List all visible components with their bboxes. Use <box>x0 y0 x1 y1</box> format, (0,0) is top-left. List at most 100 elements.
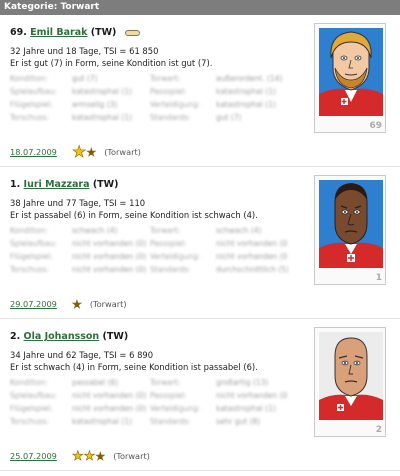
player-portrait <box>319 180 383 268</box>
skill-value: nicht vorhanden (0) <box>216 252 288 261</box>
card-number: 1 <box>375 273 382 283</box>
skill-label: Passspiel: <box>150 87 187 96</box>
skill-label: Spielaufbau: <box>10 87 57 96</box>
player-portrait-card[interactable]: 69 <box>314 23 386 133</box>
skill-label: Torschuss: <box>10 417 49 426</box>
category-header: Kategorie: Torwart <box>0 0 400 15</box>
player-name-link[interactable]: Ola Johansson <box>24 331 100 342</box>
skill-label: Flügelspiel: <box>10 404 53 413</box>
date-link[interactable]: 29.07.2009 <box>10 299 72 309</box>
half-star-icon: ★ <box>86 145 97 159</box>
skill-label: Standards: <box>150 113 191 122</box>
skill-value: katastrophal (1) <box>72 417 132 426</box>
skill-label: Standards: <box>150 417 191 426</box>
player-heading: 2. Ola Johansson (TW) <box>10 331 128 342</box>
form-text: Er ist schwach (4) in Form, seine Kondit… <box>10 362 258 372</box>
half-star-icon: ★ <box>72 297 82 311</box>
skill-value: durchschnittlich (5) <box>216 265 288 274</box>
star-icon: ★ <box>72 142 87 161</box>
player-footer: 25.07.2009 ★ ★ ★ (Torwart) <box>10 449 150 463</box>
player-rank: 69. <box>10 27 27 38</box>
skill-value: nicht vorhanden (0) <box>216 239 288 248</box>
position-label: (Torwart) <box>89 299 127 309</box>
skill-value: katastrophal (1) <box>216 87 276 96</box>
form-text: Er ist passabel (6) in Form, seine Kondi… <box>10 210 258 220</box>
skill-label: Flügelspiel: <box>10 252 53 261</box>
skill-label: Verteidigung: <box>150 404 201 413</box>
skill-label: Passspiel: <box>150 391 187 400</box>
position-code: (TW) <box>90 27 117 38</box>
star-icon: ★ <box>83 448 96 464</box>
position-code: (TW) <box>102 331 129 342</box>
skill-label: Standards: <box>150 265 191 274</box>
age-tsi-text: 38 Jahre und 77 Tage, TSI = 110 <box>10 198 146 208</box>
player-name-link[interactable]: Emil Barak <box>30 27 87 38</box>
skill-label: Kondition: <box>10 226 48 235</box>
skill-value: nicht vorhanden (0) <box>216 391 288 400</box>
skill-value: großartig (13) <box>216 378 269 387</box>
skill-value: außerordent. (14) <box>216 74 283 83</box>
skills-grid: Kondition: passabel (6) Torwart: großart… <box>10 378 288 427</box>
skills-grid: Kondition: gut (7) Torwart: außerordent.… <box>10 74 288 123</box>
star-rating: ★ ★ <box>72 142 97 161</box>
age-tsi-text: 32 Jahre und 18 Tage, TSI = 61 850 <box>10 46 159 56</box>
date-link[interactable]: 18.07.2009 <box>10 147 72 157</box>
player-footer: 18.07.2009 ★ ★ (Torwart) <box>10 142 141 161</box>
skill-value: gut (7) <box>216 113 242 122</box>
skill-value: passabel (6) <box>72 378 119 387</box>
player-rank: 1. <box>10 179 21 190</box>
star-icon: ★ <box>72 448 84 464</box>
skill-value: schwach (4) <box>216 226 262 235</box>
skill-label: Spielaufbau: <box>10 391 57 400</box>
skill-value: katastrophal (1) <box>72 87 132 96</box>
age-tsi-text: 34 Jahre und 62 Tage, TSI = 6 890 <box>10 350 154 360</box>
skill-value: armselig (3) <box>72 100 118 109</box>
skill-value: sehr gut (8) <box>216 417 261 426</box>
skill-value: gut (7) <box>72 74 98 83</box>
skill-label: Spielaufbau: <box>10 239 57 248</box>
skill-label: Torschuss: <box>10 113 49 122</box>
bandage-icon <box>124 29 140 36</box>
skill-value: nicht vorhanden (0) <box>72 265 147 274</box>
skill-value: katastrophal (1) <box>216 404 276 413</box>
skill-label: Torwart: <box>150 74 181 83</box>
skill-value: nicht vorhanden (0) <box>72 239 147 248</box>
skill-label: Kondition: <box>10 378 48 387</box>
skill-value: nicht vorhanden (0) <box>72 391 147 400</box>
skill-label: Verteidigung: <box>150 252 201 261</box>
position-code: (TW) <box>92 179 119 190</box>
card-number: 2 <box>375 425 382 435</box>
skill-label: Kondition: <box>10 74 48 83</box>
position-label: (Torwart) <box>113 451 150 461</box>
player-entry: 2. Ola Johansson (TW) 34 Jahre und 62 Ta… <box>0 319 400 471</box>
player-name-link[interactable]: Iuri Mazzara <box>24 179 90 190</box>
skill-label: Torwart: <box>150 226 181 235</box>
player-entry: 69. Emil Barak (TW) 32 Jahre und 18 Tage… <box>0 15 400 167</box>
player-portrait <box>319 28 383 116</box>
form-text: Er ist gut (7) in Form, seine Kondition … <box>10 58 213 68</box>
skill-label: Verteidigung: <box>150 100 201 109</box>
card-number: 69 <box>369 121 382 131</box>
skill-value: schwach (4) <box>72 226 118 235</box>
skill-value: nicht vorhanden (0) <box>72 252 147 261</box>
date-link[interactable]: 25.07.2009 <box>10 451 72 461</box>
skill-value: nicht vorhanden (0) <box>72 404 147 413</box>
skill-value: katastrophal (1) <box>72 113 132 122</box>
player-portrait-card[interactable]: 1 <box>314 175 386 285</box>
half-star-icon: ★ <box>95 449 106 463</box>
player-footer: 29.07.2009 ★ (Torwart) <box>10 297 127 311</box>
player-heading: 69. Emil Barak (TW) <box>10 27 140 38</box>
star-rating: ★ ★ ★ <box>72 448 106 464</box>
position-label: (Torwart) <box>104 147 141 157</box>
player-rank: 2. <box>10 331 21 342</box>
skill-label: Torschuss: <box>10 265 49 274</box>
player-portrait <box>319 332 383 420</box>
skill-label: Flügelspiel: <box>10 100 53 109</box>
player-heading: 1. Iuri Mazzara (TW) <box>10 179 119 190</box>
player-entry: 1. Iuri Mazzara (TW) 38 Jahre und 77 Tag… <box>0 167 400 319</box>
player-portrait-card[interactable]: 2 <box>314 327 386 437</box>
star-rating: ★ <box>72 297 82 311</box>
skill-value: katastrophal (1) <box>216 100 276 109</box>
skill-label: Torwart: <box>150 378 181 387</box>
skills-grid: Kondition: schwach (4) Torwart: schwach … <box>10 226 288 275</box>
